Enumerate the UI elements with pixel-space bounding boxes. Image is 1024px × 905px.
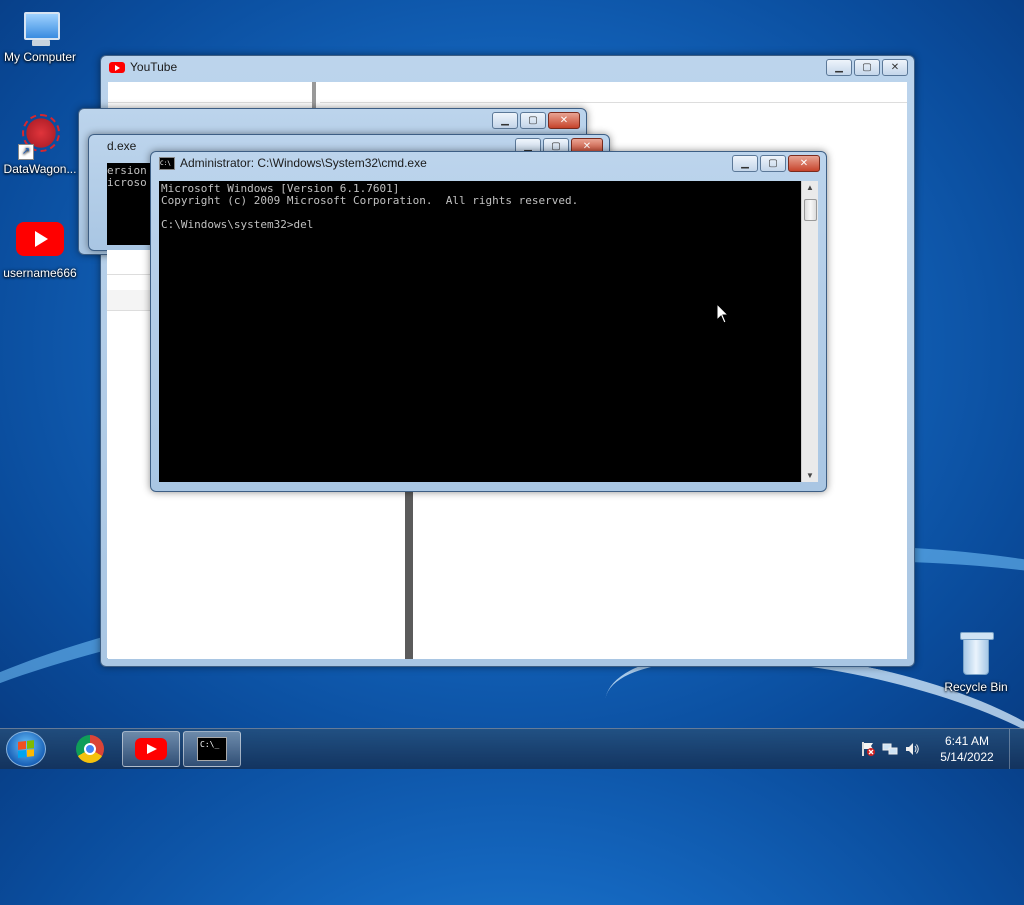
volume-icon[interactable] [904, 741, 920, 757]
maximize-button[interactable]: ▢ [854, 59, 880, 76]
address-area [108, 82, 314, 103]
action-center-flag-icon[interactable] [860, 741, 876, 757]
datawagon-icon: ↗ [18, 114, 62, 160]
window-title-text: Administrator: C:\Windows\System32\cmd.e… [180, 156, 427, 170]
taskbar-cmd[interactable]: C:\_ [183, 731, 241, 767]
pane-splitter[interactable] [312, 82, 316, 108]
taskbar-youtube[interactable] [122, 731, 180, 767]
cmd-icon: C:\_ [197, 737, 227, 761]
minimize-button[interactable]: ▁ [732, 155, 758, 172]
cmd-icon: C:\ [159, 156, 175, 170]
clock[interactable]: 6:41 AM 5/14/2022 [931, 733, 1003, 765]
windows-logo-icon [18, 740, 34, 758]
caption-buttons: ▁ ▢ ✕ [732, 155, 820, 172]
scroll-down-arrow[interactable]: ▼ [806, 471, 814, 480]
scroll-up-arrow[interactable]: ▲ [806, 183, 814, 192]
computer-icon [18, 10, 62, 46]
minimize-button[interactable]: ▁ [826, 59, 852, 76]
chrome-icon [76, 735, 104, 763]
window-title: YouTube [109, 60, 177, 74]
desktop-icon-my-computer[interactable]: My Computer [0, 10, 80, 64]
system-tray: 6:41 AM 5/14/2022 [857, 729, 1024, 769]
close-button[interactable]: ✕ [882, 59, 908, 76]
start-button[interactable] [6, 731, 46, 767]
console-output[interactable]: Microsoft Windows [Version 6.1.7601] Cop… [159, 181, 801, 482]
youtube-content-left-strip [107, 250, 151, 658]
youtube-icon [135, 738, 167, 760]
scroll-thumb[interactable] [804, 199, 817, 221]
desktop-icon-label: My Computer [3, 50, 77, 64]
mouse-cursor-icon [716, 303, 730, 324]
search-area [320, 82, 907, 103]
clock-date: 5/14/2022 [940, 750, 994, 764]
network-icon[interactable] [882, 741, 898, 757]
desktop-icon-label: DataWagon... [3, 162, 77, 176]
close-button[interactable]: ✕ [548, 112, 580, 129]
window-title: d.exe [107, 139, 136, 153]
desktop-icon-label: Recycle Bin [944, 680, 1008, 694]
maximize-button[interactable]: ▢ [760, 155, 786, 172]
clock-time: 6:41 AM [944, 734, 990, 748]
window-title-text: d.exe [107, 139, 137, 153]
taskbar: C:\_ 6:41 AM 5/14/2022 [0, 728, 1024, 769]
content-divider [405, 489, 413, 659]
desktop-icon-datawagon[interactable]: ↗ DataWagon... [0, 114, 80, 176]
recycle-bin-icon [960, 632, 994, 676]
caption-buttons: ▁ ▢ ✕ [826, 59, 908, 76]
desktop-icon-youtube[interactable]: username666 [0, 222, 80, 280]
youtube-icon [109, 61, 125, 73]
taskbar-chrome[interactable] [62, 731, 118, 767]
youtube-icon [16, 222, 64, 256]
desktop-icon-label: username666 [3, 266, 77, 280]
maximize-button[interactable]: ▢ [520, 112, 546, 129]
caption-buttons: ▁ ▢ ✕ [492, 112, 580, 129]
minimize-button[interactable]: ▁ [492, 112, 518, 129]
desktop-icon-recycle-bin[interactable]: Recycle Bin [936, 632, 1016, 694]
show-desktop-button[interactable] [1009, 729, 1024, 769]
console-line: icroso [107, 176, 147, 189]
window-title: C:\ Administrator: C:\Windows\System32\c… [159, 156, 427, 170]
console-scrollbar[interactable]: ▲ ▼ [801, 181, 818, 482]
window-title-text: YouTube [130, 60, 178, 74]
close-button[interactable]: ✕ [788, 155, 820, 172]
